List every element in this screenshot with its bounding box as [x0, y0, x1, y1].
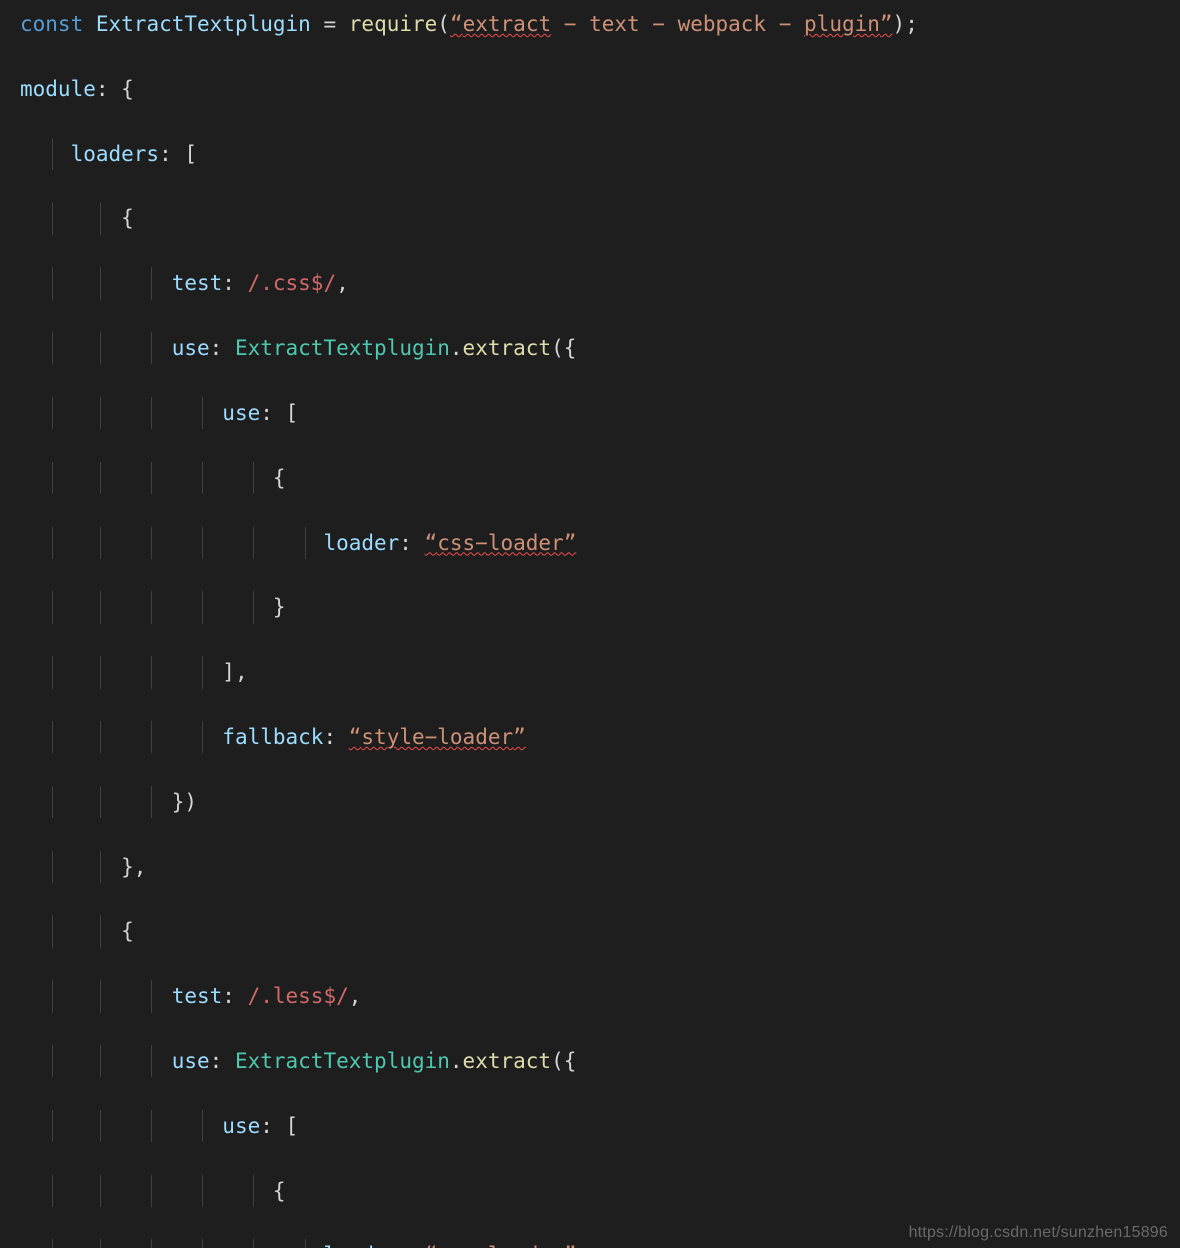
code-line: ],: [20, 656, 1180, 688]
identifier: ExtractTextplugin: [96, 12, 311, 36]
code-line: fallback: “style−loader”: [20, 721, 1180, 753]
code-line: },: [20, 851, 1180, 883]
function-call: require: [349, 12, 438, 36]
code-line: test: /.less$/,: [20, 980, 1180, 1012]
code-line: }: [20, 591, 1180, 623]
class-name: ExtractTextplugin: [235, 336, 450, 360]
string-literal-error: “: [349, 725, 362, 749]
keyword-const: const: [20, 12, 83, 36]
watermark-text: https://blog.csdn.net/sunzhen15896: [909, 1224, 1168, 1242]
code-line: {: [20, 1175, 1180, 1207]
code-line: use: [: [20, 397, 1180, 429]
code-line: use: [: [20, 1110, 1180, 1142]
code-line: loader: “css−loader”: [20, 527, 1180, 559]
code-line: module: {: [20, 73, 1180, 105]
code-line: use: ExtractTextplugin.extract({: [20, 1045, 1180, 1077]
code-line: const ExtractTextplugin = require(“extra…: [20, 8, 1180, 40]
code-line: }): [20, 786, 1180, 818]
string-literal-error: “: [450, 12, 463, 36]
string-literal-error: “: [425, 531, 438, 555]
code-line: loaders: [: [20, 138, 1180, 170]
code-line: use: ExtractTextplugin.extract({: [20, 332, 1180, 364]
code-line: {: [20, 915, 1180, 947]
code-line: {: [20, 462, 1180, 494]
code-line: test: /.css$/,: [20, 267, 1180, 299]
regex-literal: /.less$/: [248, 984, 349, 1008]
code-editor[interactable]: const ExtractTextplugin = require(“extra…: [0, 0, 1180, 1248]
regex-literal: /.css$/: [248, 271, 337, 295]
string-literal-error: “: [425, 1243, 438, 1248]
code-line: {: [20, 202, 1180, 234]
